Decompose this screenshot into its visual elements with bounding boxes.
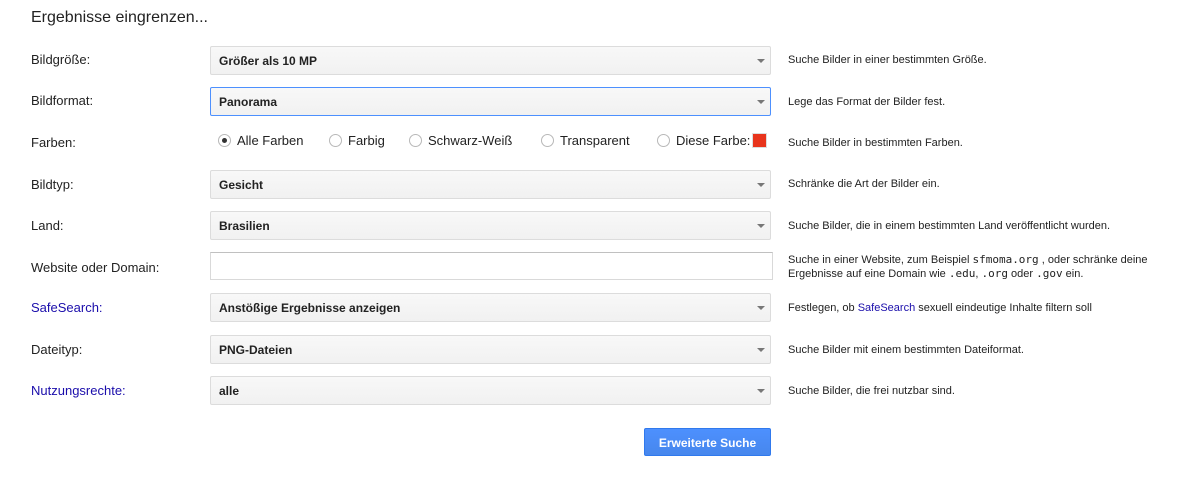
country-select[interactable]: Brasilien (210, 211, 771, 240)
dropdown-arrow-icon (757, 306, 765, 310)
radio-unchecked-icon (541, 134, 554, 147)
advanced-search-button[interactable]: Erweiterte Suche (644, 428, 771, 456)
filetype-help: Suche Bilder mit einem bestimmten Dateif… (788, 344, 1024, 356)
site-help: Suche in einer Website, zum Beispiel sfm… (788, 253, 1168, 281)
image-size-select[interactable]: Größer als 10 MP (210, 46, 771, 75)
filetype-select[interactable]: PNG-Dateien (210, 335, 771, 364)
radio-unchecked-icon (329, 134, 342, 147)
radio-unchecked-icon (657, 134, 670, 147)
radio-color[interactable]: Farbig (329, 133, 385, 148)
usage-rights-value: alle (219, 384, 240, 398)
safesearch-value: Anstößige Ergebnisse anzeigen (219, 301, 401, 315)
image-type-label: Bildtyp: (31, 177, 74, 192)
site-label: Website oder Domain: (31, 260, 160, 275)
filetype-value: PNG-Dateien (219, 343, 293, 357)
safesearch-help-link[interactable]: SafeSearch (858, 302, 915, 314)
radio-black-white[interactable]: Schwarz-Weiß (409, 133, 512, 148)
radio-black-white-label: Schwarz-Weiß (428, 133, 513, 148)
dropdown-arrow-icon (757, 183, 765, 187)
image-size-help: Suche Bilder in einer bestimmten Größe. (788, 54, 987, 66)
page-heading: Ergebnisse eingrenzen... (31, 9, 208, 26)
colors-help: Suche Bilder in bestimmten Farben. (788, 137, 963, 149)
radio-checked-icon (218, 134, 231, 147)
safesearch-label-link[interactable]: SafeSearch: (31, 300, 103, 315)
dropdown-arrow-icon (757, 389, 765, 393)
site-help-prefix: Suche in einer Website, zum Beispiel (788, 254, 970, 266)
radio-this-color[interactable]: Diese Farbe: (657, 133, 750, 148)
country-value: Brasilien (219, 219, 270, 233)
image-format-help: Lege das Format der Bilder fest. (788, 96, 946, 108)
image-size-value: Größer als 10 MP (219, 54, 318, 68)
dropdown-arrow-icon (757, 224, 765, 228)
dropdown-arrow-icon (757, 348, 765, 352)
colors-label: Farben: (31, 135, 76, 150)
safesearch-select[interactable]: Anstößige Ergebnisse anzeigen (210, 293, 771, 322)
safesearch-help-suffix: sexuell eindeutige Inhalte filtern soll (918, 302, 1092, 314)
radio-color-label: Farbig (348, 133, 385, 148)
country-label: Land: (31, 218, 64, 233)
site-input[interactable] (210, 252, 773, 280)
safesearch-help: Festlegen, ob SafeSearch sexuell eindeut… (788, 301, 1168, 315)
filetype-label: Dateityp: (31, 342, 83, 357)
radio-all-colors[interactable]: Alle Farben (218, 133, 303, 148)
radio-transparent-label: Transparent (560, 133, 630, 148)
image-format-select[interactable]: Panorama (210, 87, 771, 116)
image-format-value: Panorama (219, 95, 278, 109)
color-swatch[interactable] (752, 133, 767, 148)
site-help-suffix: ein. (1065, 268, 1084, 280)
site-help-domain-edu: .edu (948, 267, 976, 280)
radio-unchecked-icon (409, 134, 422, 147)
site-help-example: sfmoma.org (972, 253, 1039, 266)
image-type-select[interactable]: Gesicht (210, 170, 771, 199)
safesearch-help-prefix: Festlegen, ob (788, 302, 855, 314)
radio-transparent[interactable]: Transparent (541, 133, 630, 148)
dropdown-arrow-icon (757, 59, 765, 63)
image-type-value: Gesicht (219, 178, 264, 192)
image-size-label: Bildgröße: (31, 52, 91, 67)
usage-rights-label-link[interactable]: Nutzungsrechte: (31, 383, 126, 398)
country-help: Suche Bilder, die in einem bestimmten La… (788, 220, 1111, 232)
image-format-label: Bildformat: (31, 93, 94, 108)
radio-all-colors-label: Alle Farben (237, 133, 304, 148)
image-type-help: Schränke die Art der Bilder ein. (788, 178, 940, 190)
radio-this-color-label: Diese Farbe: (676, 133, 751, 148)
usage-rights-select[interactable]: alle (210, 376, 771, 405)
site-help-domain-org: .org (981, 267, 1008, 280)
site-help-domain-gov: .gov (1036, 267, 1063, 280)
site-help-comma: , (975, 268, 979, 280)
dropdown-arrow-icon (757, 100, 765, 104)
usage-rights-help: Suche Bilder, die frei nutzbar sind. (788, 385, 955, 397)
site-help-oder: oder (1011, 268, 1034, 280)
